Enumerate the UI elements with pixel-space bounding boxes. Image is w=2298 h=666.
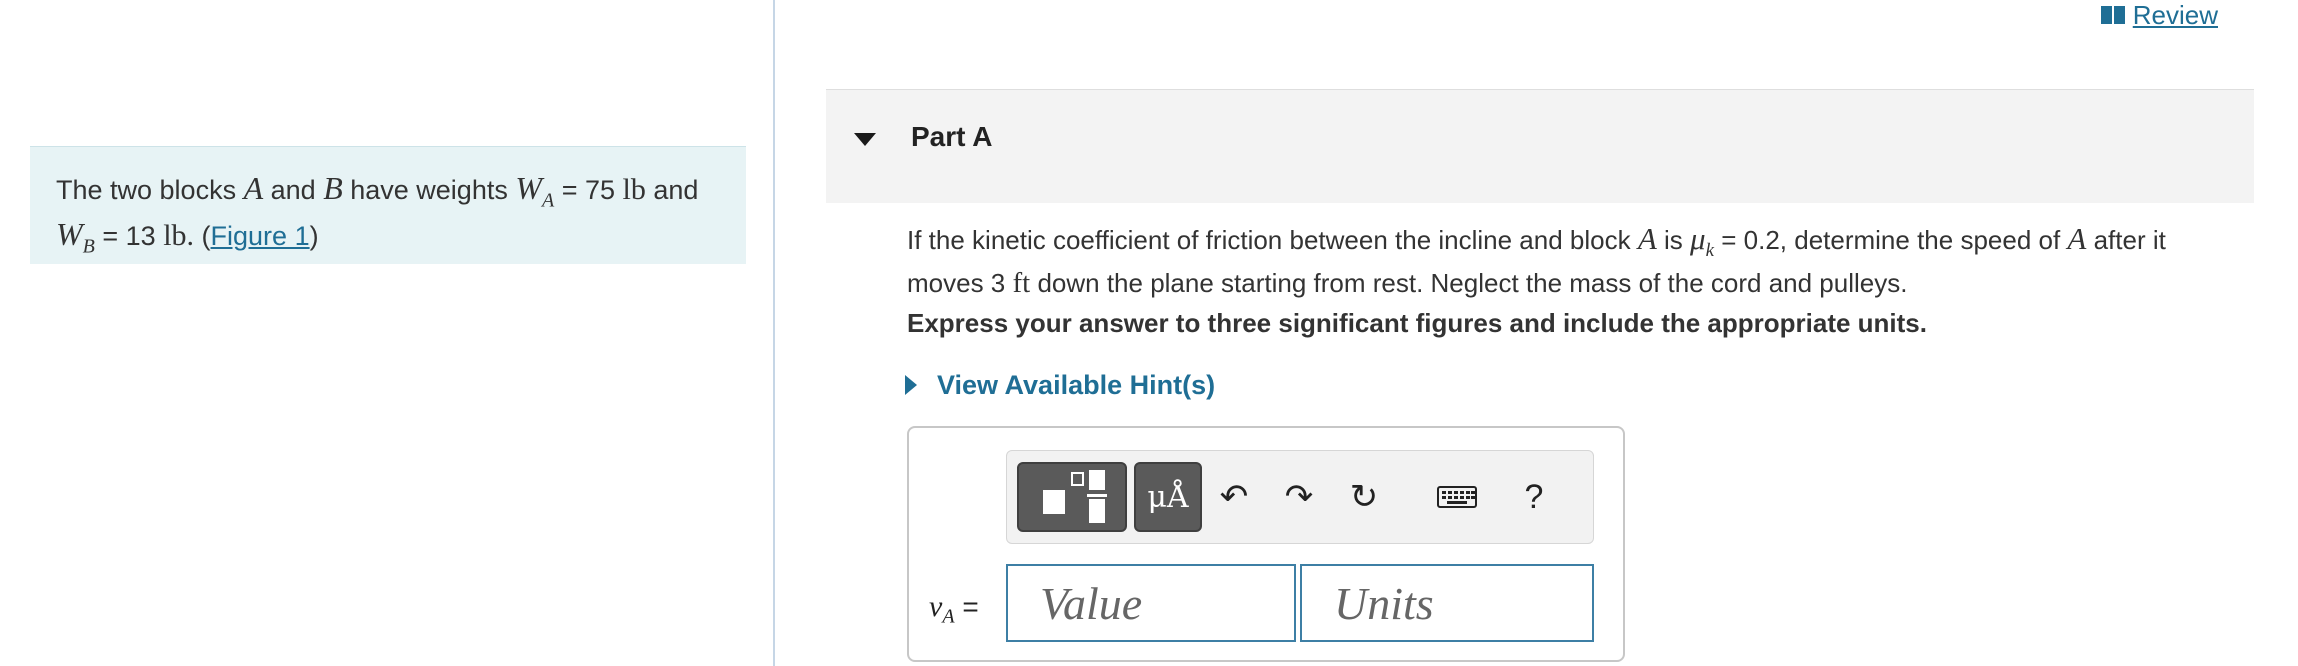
question-text: If the kinetic coefficient of friction b… bbox=[907, 222, 2227, 300]
keyboard-shape bbox=[1437, 486, 1477, 508]
problem-text: ( bbox=[194, 221, 211, 252]
review-link[interactable]: Review bbox=[2100, 0, 2218, 31]
unit-lb: lb. bbox=[163, 219, 195, 253]
answer-variable-label: vA = bbox=[929, 590, 979, 629]
template-square-icon bbox=[1071, 472, 1084, 486]
block-b-symbol: B bbox=[323, 170, 343, 206]
value-input[interactable]: Value bbox=[1006, 564, 1296, 642]
question-fragment: down the plane starting from rest. Negle… bbox=[1030, 268, 1908, 299]
reset-icon[interactable]: ↻ bbox=[1342, 462, 1386, 532]
question-fragment: = 0.2, determine the speed of bbox=[1714, 225, 2068, 255]
answer-instruction: Express your answer to three significant… bbox=[907, 308, 1927, 338]
problem-text: and bbox=[263, 175, 324, 205]
block-a-symbol: A bbox=[1637, 221, 1657, 256]
template-square-icon bbox=[1089, 499, 1105, 523]
fraction-bar-icon bbox=[1087, 494, 1107, 497]
equals-sign: = bbox=[954, 591, 979, 622]
redo-icon[interactable]: ↷ bbox=[1277, 462, 1321, 532]
help-button[interactable]: ? bbox=[1512, 462, 1556, 532]
problem-text: and bbox=[645, 175, 699, 205]
wa-subscript: A bbox=[542, 189, 555, 212]
undo-icon[interactable]: ↶ bbox=[1212, 462, 1256, 532]
collapse-triangle-icon[interactable] bbox=[854, 133, 876, 146]
mu-k-symbol: μk bbox=[1690, 221, 1714, 261]
units-input[interactable]: Units bbox=[1300, 564, 1594, 642]
wb-subscript: B bbox=[82, 235, 95, 258]
expand-triangle-icon bbox=[905, 375, 917, 395]
part-title: Part A bbox=[911, 121, 993, 152]
wa-value: = 75 bbox=[554, 175, 623, 205]
problem-text: The two blocks bbox=[56, 175, 244, 205]
template-square-icon bbox=[1043, 490, 1065, 514]
view-hints-label[interactable]: View Available Hint(s) bbox=[937, 370, 1215, 401]
wa-letter: W bbox=[515, 170, 542, 206]
template-square-icon bbox=[1089, 470, 1105, 490]
unit-ft: ft bbox=[1012, 267, 1031, 300]
wb-value: = 13 bbox=[94, 221, 164, 252]
problem-text: have weights bbox=[342, 175, 516, 205]
problem-statement: The two blocks A and B have weights WA =… bbox=[30, 146, 746, 264]
mu-letter: μ bbox=[1690, 221, 1706, 256]
templates-button[interactable] bbox=[1017, 462, 1127, 532]
wb-letter: W bbox=[56, 216, 83, 253]
keyboard-icon[interactable] bbox=[1432, 462, 1482, 532]
mu-subscript: k bbox=[1705, 240, 1715, 262]
view-hints-toggle[interactable]: View Available Hint(s) bbox=[905, 368, 1215, 402]
unit-lb: lb bbox=[622, 173, 646, 206]
review-label[interactable]: Review bbox=[2133, 0, 2218, 31]
book-icon bbox=[2100, 6, 2125, 24]
part-a-header[interactable]: Part A bbox=[826, 89, 2254, 203]
v-symbol: v bbox=[929, 590, 943, 623]
figure-1-link[interactable]: Figure 1 bbox=[211, 221, 310, 251]
problem-text: ) bbox=[309, 221, 319, 252]
v-subscript: A bbox=[942, 605, 955, 628]
units-symbols-button[interactable]: μÅ bbox=[1134, 462, 1202, 532]
question-fragment: If the kinetic coefficient of friction b… bbox=[907, 225, 1638, 255]
panel-divider bbox=[773, 0, 775, 666]
question-fragment: is bbox=[1656, 225, 1691, 255]
block-a-symbol: A bbox=[243, 170, 264, 206]
wa-symbol: WA bbox=[515, 170, 554, 211]
block-a-symbol: A bbox=[2067, 221, 2087, 256]
answer-box: μÅ ↶ ↷ ↻ ? vA = Value Units bbox=[907, 426, 1625, 662]
wb-symbol: WB bbox=[56, 216, 95, 257]
math-toolbar: μÅ ↶ ↷ ↻ ? bbox=[1006, 450, 1594, 544]
